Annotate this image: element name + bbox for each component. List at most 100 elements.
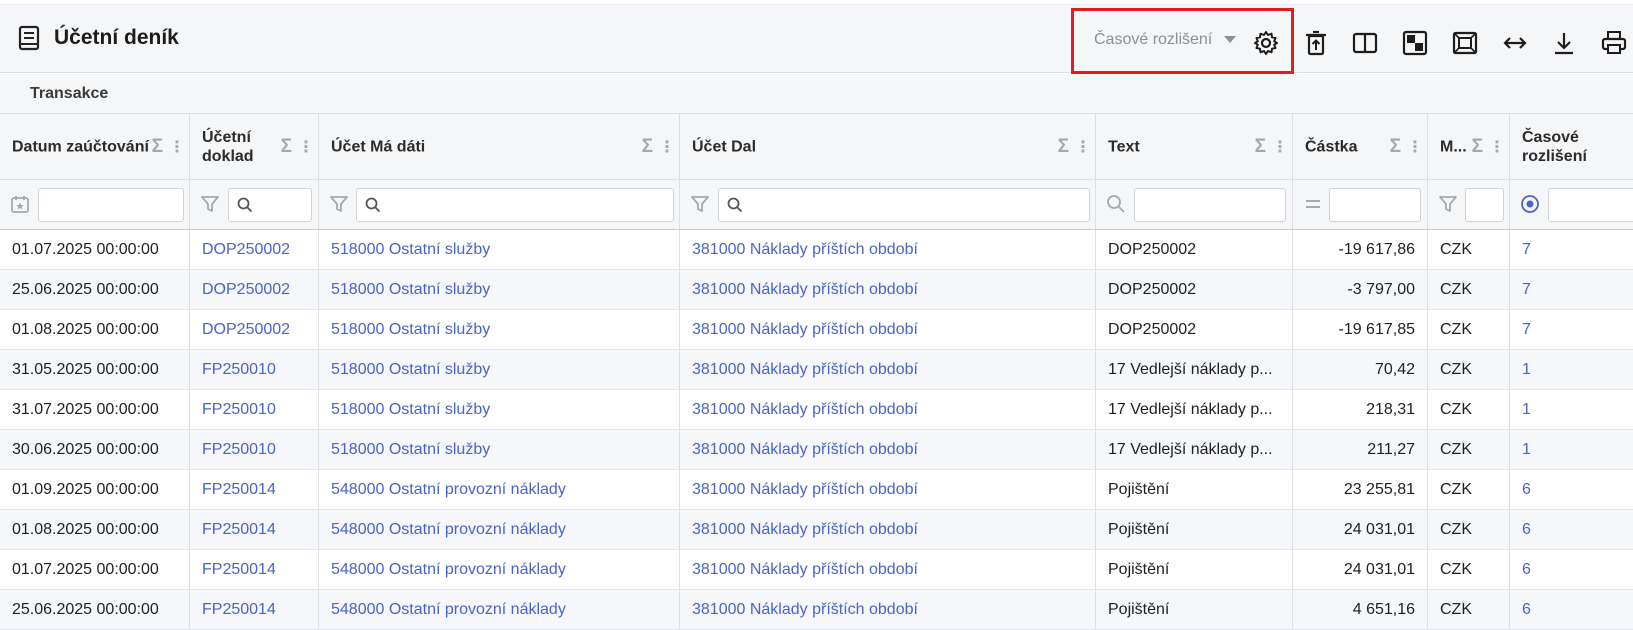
document-link[interactable]: DOP250002 bbox=[202, 321, 290, 339]
credit-account-link[interactable]: 381000 Náklady příštích období bbox=[692, 361, 918, 379]
credit-account-link[interactable]: 381000 Náklady příštích období bbox=[692, 241, 918, 259]
sum-icon[interactable]: Σ bbox=[642, 136, 653, 158]
credit-account-link[interactable]: 381000 Náklady příštích období bbox=[692, 521, 918, 539]
document-link[interactable]: DOP250002 bbox=[202, 241, 290, 259]
debit-account-link[interactable]: 548000 Ostatní provozní náklady bbox=[331, 601, 566, 619]
delete-upload-icon[interactable] bbox=[1303, 30, 1329, 56]
accrual-link[interactable]: 6 bbox=[1522, 561, 1531, 579]
column-menu-icon[interactable]: ⋮ bbox=[659, 137, 675, 157]
calendar-icon[interactable] bbox=[10, 194, 30, 219]
debit-account-link[interactable]: 518000 Ostatní služby bbox=[331, 401, 490, 419]
document-link[interactable]: DOP250002 bbox=[202, 281, 290, 299]
debit-account-link[interactable]: 518000 Ostatní služby bbox=[331, 321, 490, 339]
sum-icon[interactable]: Σ bbox=[1255, 136, 1266, 158]
accrual-link[interactable]: 6 bbox=[1522, 521, 1531, 539]
credit-account-link[interactable]: 381000 Náklady příštích období bbox=[692, 281, 918, 299]
column-header-credit[interactable]: Účet Dal Σ ⋮ bbox=[680, 114, 1096, 179]
date-filter-input[interactable] bbox=[38, 188, 184, 222]
document-link[interactable]: FP250014 bbox=[202, 561, 276, 579]
accrual-link[interactable]: 7 bbox=[1522, 321, 1531, 339]
radio-icon[interactable] bbox=[1520, 194, 1540, 219]
document-link[interactable]: FP250014 bbox=[202, 601, 276, 619]
column-menu-icon[interactable]: ⋮ bbox=[298, 137, 314, 157]
doc-filter-input[interactable] bbox=[228, 188, 312, 222]
debit-filter-input[interactable] bbox=[356, 188, 674, 222]
table-row[interactable]: 25.06.2025 00:00:00 FP250014 548000 Ostatn… bbox=[0, 590, 1633, 630]
debit-account-link[interactable]: 518000 Ostatní služby bbox=[331, 361, 490, 379]
accrual-link[interactable]: 1 bbox=[1522, 441, 1531, 459]
filter-icon[interactable] bbox=[200, 194, 220, 219]
table-row[interactable]: 01.08.2025 00:00:00 DOP250002 518000 Ostat… bbox=[0, 310, 1633, 350]
table-row[interactable]: 01.07.2025 00:00:00 FP250014 548000 Ostatn… bbox=[0, 550, 1633, 590]
document-link[interactable]: FP250010 bbox=[202, 441, 276, 459]
sum-icon[interactable]: Σ bbox=[152, 136, 163, 158]
column-menu-icon[interactable]: ⋮ bbox=[1407, 137, 1423, 157]
column-menu-icon[interactable]: ⋮ bbox=[1272, 137, 1288, 157]
search-icon[interactable] bbox=[1106, 194, 1126, 219]
fit-screen-icon[interactable] bbox=[1452, 30, 1478, 56]
credit-filter-input[interactable] bbox=[718, 188, 1090, 222]
download-icon[interactable] bbox=[1551, 30, 1577, 56]
credit-account-link[interactable]: 381000 Náklady příštích období bbox=[692, 601, 918, 619]
column-menu-icon[interactable]: ⋮ bbox=[1489, 137, 1505, 157]
accrual-link[interactable]: 7 bbox=[1522, 281, 1531, 299]
column-menu-icon[interactable]: ⋮ bbox=[169, 137, 185, 157]
expand-width-icon[interactable] bbox=[1502, 30, 1528, 56]
layout-quadrant-icon[interactable] bbox=[1402, 30, 1428, 56]
debit-account-link[interactable]: 518000 Ostatní služby bbox=[331, 281, 490, 299]
accrual-link[interactable]: 1 bbox=[1522, 401, 1531, 419]
accrual-filter-input[interactable] bbox=[1548, 188, 1633, 222]
debit-account-link[interactable]: 518000 Ostatní služby bbox=[331, 441, 490, 459]
debit-account-link[interactable]: 548000 Ostatní provozní náklady bbox=[331, 521, 566, 539]
document-link[interactable]: FP250014 bbox=[202, 521, 276, 539]
column-header-accrual[interactable]: Časové rozlišení bbox=[1510, 114, 1633, 179]
filter-icon[interactable] bbox=[1438, 194, 1458, 219]
text-filter-input[interactable] bbox=[1134, 188, 1286, 222]
cell-credit: 381000 Náklady příštích období bbox=[680, 590, 1096, 629]
table-row[interactable]: 01.08.2025 00:00:00 FP250014 548000 Ostatn… bbox=[0, 510, 1633, 550]
debit-account-link[interactable]: 548000 Ostatní provozní náklady bbox=[331, 481, 566, 499]
accrual-link[interactable]: 7 bbox=[1522, 241, 1531, 259]
accrual-view-dropdown[interactable]: Časové rozlišení bbox=[1094, 31, 1237, 49]
table-row[interactable]: 31.05.2025 00:00:00 FP250010 518000 Ostatn… bbox=[0, 350, 1633, 390]
column-header-amount[interactable]: Částka Σ ⋮ bbox=[1293, 114, 1428, 179]
column-header-currency[interactable]: M... Σ ⋮ bbox=[1428, 114, 1510, 179]
column-header-text[interactable]: Text Σ ⋮ bbox=[1096, 114, 1293, 179]
currency-filter-input[interactable] bbox=[1465, 188, 1504, 222]
document-link[interactable]: FP250010 bbox=[202, 361, 276, 379]
table-row[interactable]: 30.06.2025 00:00:00 FP250010 518000 Ostatn… bbox=[0, 430, 1633, 470]
filter-cell-currency bbox=[1428, 180, 1510, 229]
accrual-link[interactable]: 6 bbox=[1522, 601, 1531, 619]
filter-icon[interactable] bbox=[690, 194, 710, 219]
accrual-link[interactable]: 1 bbox=[1522, 361, 1531, 379]
sum-icon[interactable]: Σ bbox=[281, 136, 292, 158]
credit-account-link[interactable]: 381000 Náklady příštích období bbox=[692, 561, 918, 579]
credit-account-link[interactable]: 381000 Náklady příštích období bbox=[692, 481, 918, 499]
column-header-date[interactable]: Datum zaúčtování Σ ⋮ bbox=[0, 114, 190, 179]
table-row[interactable]: 01.07.2025 00:00:00 DOP250002 518000 Ostat… bbox=[0, 230, 1633, 270]
amount-filter-input[interactable] bbox=[1329, 188, 1421, 222]
sum-icon[interactable]: Σ bbox=[1472, 136, 1483, 158]
document-link[interactable]: FP250014 bbox=[202, 481, 276, 499]
tab-transakce[interactable]: Transakce bbox=[30, 85, 108, 103]
credit-account-link[interactable]: 381000 Náklady příštích období bbox=[692, 441, 918, 459]
sum-icon[interactable]: Σ bbox=[1390, 136, 1401, 158]
debit-account-link[interactable]: 518000 Ostatní služby bbox=[331, 241, 490, 259]
split-view-icon[interactable] bbox=[1352, 30, 1378, 56]
sum-icon[interactable]: Σ bbox=[1058, 136, 1069, 158]
accrual-link[interactable]: 6 bbox=[1522, 481, 1531, 499]
column-header-doc[interactable]: Účetní doklad Σ ⋮ bbox=[190, 114, 319, 179]
equals-icon[interactable] bbox=[1303, 194, 1323, 219]
document-link[interactable]: FP250010 bbox=[202, 401, 276, 419]
table-row[interactable]: 25.06.2025 00:00:00 DOP250002 518000 Ostat… bbox=[0, 270, 1633, 310]
filter-icon[interactable] bbox=[329, 194, 349, 219]
column-menu-icon[interactable]: ⋮ bbox=[1075, 137, 1091, 157]
table-row[interactable]: 01.09.2025 00:00:00 FP250014 548000 Ostatn… bbox=[0, 470, 1633, 510]
credit-account-link[interactable]: 381000 Náklady příštích období bbox=[692, 321, 918, 339]
credit-account-link[interactable]: 381000 Náklady příštích období bbox=[692, 401, 918, 419]
debit-account-link[interactable]: 548000 Ostatní provozní náklady bbox=[331, 561, 566, 579]
column-header-debit[interactable]: Účet Má dáti Σ ⋮ bbox=[319, 114, 680, 179]
print-icon[interactable] bbox=[1601, 30, 1627, 56]
gear-icon[interactable] bbox=[1253, 30, 1279, 56]
table-row[interactable]: 31.07.2025 00:00:00 FP250010 518000 Ostatn… bbox=[0, 390, 1633, 430]
